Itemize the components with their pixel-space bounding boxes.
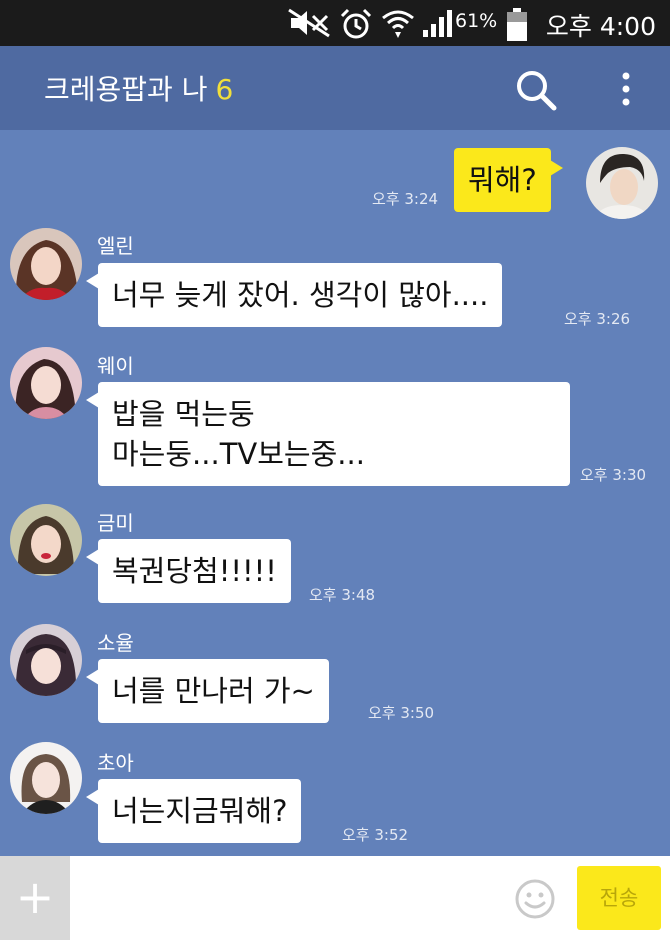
sender-name: 소율	[97, 631, 134, 655]
message-time: 오후 3:50	[368, 704, 435, 722]
alarm-icon	[340, 8, 372, 39]
message-text: 뭐해?	[468, 163, 537, 197]
message-text-line: 밥을 먹는둥	[112, 397, 255, 431]
attach-plus-button[interactable]: +	[0, 856, 70, 940]
message-time: 오후 3:24	[372, 190, 439, 208]
member-count: 6	[215, 73, 234, 106]
message-input[interactable]	[78, 868, 498, 928]
status-bar: 61% 오후 4:00	[0, 0, 670, 46]
sender-name: 금미	[97, 511, 134, 535]
avatar-way[interactable]	[10, 347, 82, 419]
message-time: 오후 3:30	[580, 466, 647, 484]
plus-icon: +	[15, 870, 55, 924]
message-input-bar: + 전송	[0, 856, 670, 940]
sender-name: 엘린	[97, 234, 134, 258]
emoji-icon[interactable]	[514, 878, 556, 920]
avatar-geummi[interactable]	[10, 504, 82, 576]
battery-icon	[507, 8, 527, 41]
chat-message-list[interactable]: 오후 3:24 뭐해? 엘린 너무 늦게 잤어. 생각이 많아.... 오후 3…	[0, 130, 670, 856]
message-bubble[interactable]: 복권당첨!!!!!	[86, 539, 291, 603]
message-bubble[interactable]: 너는지금뭐해?	[85, 779, 302, 843]
mute-icon	[288, 8, 330, 38]
avatar-ellin[interactable]	[10, 228, 82, 300]
message-time: 오후 3:26	[564, 310, 631, 328]
avatar-choa[interactable]	[10, 742, 82, 814]
wifi-icon	[382, 10, 414, 38]
signal-icon	[423, 10, 452, 37]
message-bubble[interactable]: 너무 늦게 잤어. 생각이 많아....	[85, 263, 503, 327]
message-time: 오후 3:48	[309, 586, 376, 604]
chat-room-name: 크레용팝과 나	[44, 73, 208, 106]
message-bubble-own[interactable]: 뭐해?	[454, 148, 563, 212]
status-clock: 오후 4:00	[545, 12, 656, 41]
avatar-me[interactable]	[586, 147, 658, 219]
message-text-line: 마는둥...TV보는중...	[112, 437, 365, 471]
search-icon[interactable]	[514, 68, 558, 112]
battery-percent: 61%	[455, 10, 498, 32]
message-text: 너를 만나러 가~	[112, 674, 315, 708]
message-text: 너무 늦게 잤어. 생각이 많아....	[112, 278, 489, 312]
message-text: 너는지금뭐해?	[112, 794, 288, 828]
chat-title: 크레용팝과 나6	[44, 68, 233, 108]
avatar-soyul[interactable]	[10, 624, 82, 696]
message-bubble[interactable]: 너를 만나러 가~	[86, 659, 329, 723]
more-vertical-icon[interactable]	[613, 66, 639, 112]
sender-name: 웨이	[97, 354, 134, 378]
message-text: 복권당첨!!!!!	[112, 554, 277, 588]
sender-name: 초아	[97, 751, 134, 775]
send-button[interactable]: 전송	[577, 866, 661, 930]
message-time: 오후 3:52	[342, 826, 409, 844]
message-bubble[interactable]: 밥을 먹는둥 마는둥...TV보는중...	[86, 382, 570, 486]
chat-header: 크레용팝과 나6	[0, 46, 670, 130]
